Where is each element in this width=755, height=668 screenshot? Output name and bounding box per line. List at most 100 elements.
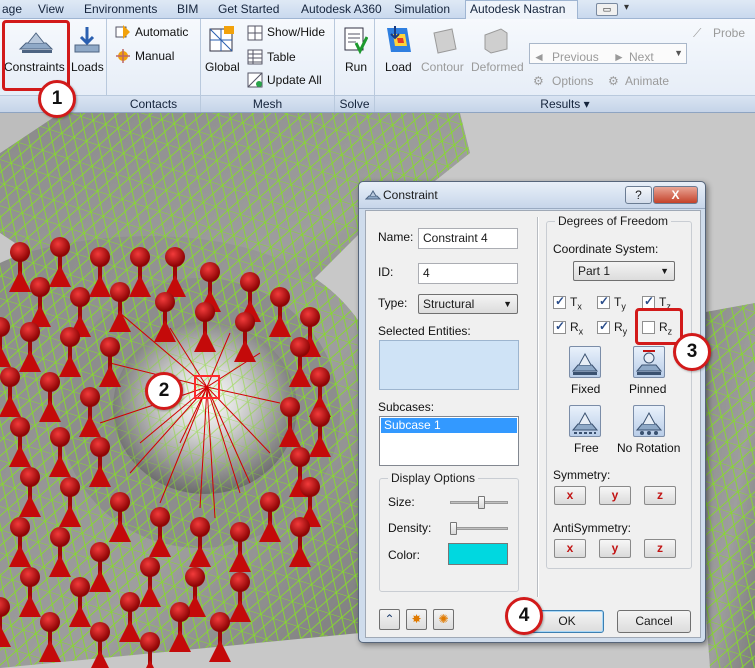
- callout-1: 1: [38, 80, 76, 118]
- double-chevron-up-icon: ⌃: [384, 612, 395, 626]
- display-options-group: Display Options Size: Density: Color:: [379, 471, 519, 592]
- rz-highlight: [635, 308, 683, 345]
- show-constraints-button[interactable]: ✸: [406, 609, 427, 630]
- hide-constraints-button[interactable]: ✺: [433, 609, 454, 630]
- subcases-list[interactable]: Subcase 1: [379, 416, 519, 466]
- ribbon-options-arrow-icon[interactable]: ▾: [624, 2, 629, 13]
- pinned-button[interactable]: [633, 346, 665, 378]
- callout-4: 4: [505, 597, 543, 635]
- size-slider-thumb[interactable]: [478, 496, 486, 509]
- size-label: Size:: [388, 495, 415, 509]
- name-label: Name:: [378, 230, 414, 244]
- free-constraint-icon: [571, 411, 599, 434]
- name-input[interactable]: Constraint 4: [418, 228, 518, 249]
- constraint-dialog: Constraint ? X Name: Constraint 4 ID: 4 …: [358, 181, 706, 643]
- manual-contact-button[interactable]: Manual: [135, 49, 174, 63]
- density-slider-track[interactable]: [450, 527, 508, 530]
- mesh-table-button[interactable]: Table: [267, 50, 296, 64]
- deformed-button[interactable]: Deformed: [471, 60, 524, 74]
- tab-environments[interactable]: Environments: [80, 1, 161, 19]
- antisymmetry-z-button[interactable]: z: [644, 539, 676, 558]
- automatic-contact-button[interactable]: Automatic: [135, 25, 188, 39]
- tab-get-started[interactable]: Get Started: [214, 1, 283, 19]
- solve-panel: Run Solve: [335, 19, 375, 112]
- contacts-panel: Automatic Manual Contacts: [107, 19, 201, 112]
- tab-autodesk-a360[interactable]: Autodesk A360: [297, 1, 386, 19]
- type-select[interactable]: Structural ▼: [418, 294, 518, 314]
- callout-2: 2: [145, 372, 183, 410]
- load-results-icon: [387, 26, 411, 52]
- mesh-panel: Global Show/Hide Table Update All Mesh: [201, 19, 335, 112]
- selected-entities-label: Selected Entities:: [378, 324, 471, 338]
- collapse-button[interactable]: ⌃: [379, 609, 400, 630]
- pinned-constraint-icon: [635, 350, 663, 375]
- dof-label-ty: Ty: [614, 295, 626, 312]
- color-label: Color:: [388, 548, 421, 562]
- sparkle-icon: ✺: [438, 612, 449, 626]
- options-button[interactable]: Options: [552, 74, 593, 88]
- tab-simulation[interactable]: Simulation: [390, 1, 454, 19]
- list-item[interactable]: Subcase 1: [381, 418, 517, 433]
- previous-button[interactable]: Previous: [552, 50, 599, 64]
- symmetry-x-button[interactable]: x: [554, 486, 586, 505]
- callout-3: 3: [673, 333, 711, 371]
- symmetry-z-button[interactable]: z: [644, 486, 676, 505]
- dof-label-ry: Ry: [614, 320, 628, 337]
- probe-button[interactable]: Probe: [713, 26, 745, 40]
- probe-icon: ⟋: [693, 26, 702, 40]
- fixed-button[interactable]: [569, 346, 601, 378]
- tab-autodesk-nastran[interactable]: Autodesk Nastran: [465, 0, 578, 20]
- global-mesh-icon: [209, 26, 234, 52]
- selected-entities-box[interactable]: [379, 340, 519, 390]
- no-rotation-button[interactable]: [633, 405, 665, 437]
- mesh-panel-title: Mesh: [201, 95, 334, 112]
- antisymmetry-x-button[interactable]: x: [554, 539, 586, 558]
- global-mesh-button[interactable]: Global: [205, 60, 240, 74]
- density-label: Density:: [388, 521, 432, 535]
- contour-button[interactable]: Contour: [421, 60, 464, 74]
- update-all-mesh-button[interactable]: Update All: [267, 73, 322, 87]
- display-options-title: Display Options: [388, 471, 479, 485]
- mesh-table-icon: [247, 49, 263, 65]
- run-button[interactable]: Run: [345, 60, 367, 74]
- load-results-button[interactable]: Load: [385, 60, 412, 74]
- dialog-title-bar[interactable]: Constraint ? X: [359, 182, 705, 209]
- no-rotation-constraint-icon: [635, 411, 663, 435]
- free-label: Free: [574, 441, 599, 455]
- dialog-body: Name: Constraint 4 ID: 4 Type: Structura…: [365, 210, 701, 638]
- tab-view[interactable]: View: [34, 1, 68, 19]
- free-button[interactable]: [569, 405, 601, 437]
- results-panel-title[interactable]: Results ▾: [375, 95, 755, 112]
- close-button[interactable]: X: [653, 186, 698, 204]
- automatic-contact-icon: [115, 25, 130, 39]
- dof-checkbox-tx[interactable]: [553, 294, 566, 309]
- show-hide-mesh-button[interactable]: Show/Hide: [267, 25, 325, 39]
- constraint-dialog-icon: [365, 190, 381, 200]
- ribbon-display-toggle[interactable]: ▭: [596, 3, 618, 16]
- animate-icon: ⚙: [608, 74, 619, 88]
- dof-checkbox-ry[interactable]: [597, 319, 610, 334]
- dof-checkbox-ty[interactable]: [597, 294, 610, 309]
- tab-bim[interactable]: BIM: [173, 1, 202, 19]
- animate-button[interactable]: Animate: [625, 74, 669, 88]
- help-button[interactable]: ?: [625, 186, 652, 204]
- cancel-button[interactable]: Cancel: [617, 610, 691, 633]
- coordinate-system-select[interactable]: Part 1 ▼: [573, 261, 675, 281]
- tab-manage[interactable]: age: [0, 1, 26, 19]
- next-button[interactable]: Next: [629, 50, 654, 64]
- density-slider-thumb[interactable]: [450, 522, 457, 535]
- antisymmetry-y-button[interactable]: y: [599, 539, 631, 558]
- fixed-constraint-icon: [571, 352, 599, 375]
- chevron-down-icon: ▼: [674, 48, 683, 58]
- id-label: ID:: [378, 265, 394, 279]
- no-rotation-label: No Rotation: [617, 441, 681, 455]
- id-input[interactable]: 4: [418, 263, 518, 284]
- color-swatch[interactable]: [448, 543, 508, 565]
- contacts-panel-title: Contacts: [107, 95, 200, 112]
- loads-button[interactable]: Loads: [71, 60, 104, 74]
- show-hide-mesh-icon: [247, 25, 263, 41]
- symmetry-y-button[interactable]: y: [599, 486, 631, 505]
- dof-checkbox-rx[interactable]: [553, 319, 566, 334]
- antisymmetry-label: AntiSymmetry:: [553, 521, 632, 535]
- manual-contact-icon: [116, 49, 130, 63]
